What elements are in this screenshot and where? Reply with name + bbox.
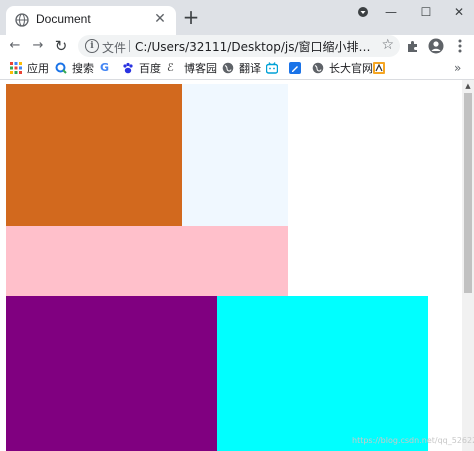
url-text[interactable]: C:/Users/32111/Desktop/js/窗口缩小排版混乱的问题.ht…: [135, 38, 373, 55]
bookmark-cnblogs[interactable]: ℰ 博客园: [167, 60, 217, 76]
omnibox-divider: [129, 40, 130, 52]
globe-icon: [312, 62, 324, 74]
globe-icon: [222, 62, 234, 74]
tab-title: Document: [36, 12, 91, 26]
title-bar: Document ✕ + — ☐ ✕: [0, 0, 474, 35]
globe-icon: [15, 13, 29, 27]
bookmark-label: 应用: [27, 62, 49, 75]
browser-toolbar: ← → ↻ i 文件 C:/Users/32111/Desktop/js/窗口缩…: [0, 35, 474, 57]
scroll-up-arrow-icon[interactable]: ▲: [462, 80, 474, 92]
aliceblue-box: [182, 84, 288, 226]
bookmark-baidu[interactable]: 百度: [122, 60, 161, 76]
bookmark-label: 搜索: [72, 62, 94, 75]
bookmark-label: 翻译: [239, 62, 261, 75]
profile-avatar-icon[interactable]: [427, 37, 445, 55]
back-button[interactable]: ←: [6, 37, 24, 55]
bookmark-apps[interactable]: 应用: [10, 60, 49, 76]
google-g-icon: G: [100, 61, 110, 74]
bookmark-star-icon[interactable]: ☆: [381, 37, 394, 53]
bookmark-orange[interactable]: [373, 60, 390, 76]
profile-menu-icon[interactable]: [348, 0, 378, 24]
bookmark-bilibili[interactable]: [266, 60, 283, 76]
watermark-text: https://blog.csdn.net/qq_5262217: [352, 436, 474, 445]
page-viewport: [0, 80, 474, 451]
vertical-scrollbar[interactable]: ▲: [462, 80, 474, 451]
bookmark-label: 长大官网: [329, 62, 373, 75]
minimize-button[interactable]: —: [376, 0, 406, 24]
search-q-icon: [55, 62, 67, 74]
orange-ticket-icon: [373, 62, 385, 74]
bilibili-icon: [266, 62, 278, 74]
tab-close-icon[interactable]: ✕: [151, 10, 169, 28]
baidu-paw-icon: [123, 62, 133, 74]
bookmark-blue[interactable]: [289, 60, 306, 76]
file-scheme-label: 文件: [102, 41, 127, 55]
info-icon[interactable]: i: [85, 39, 99, 53]
maximize-button[interactable]: ☐: [411, 0, 441, 24]
cnblogs-icon: ℰ: [167, 61, 174, 74]
tab-document[interactable]: Document ✕: [6, 6, 176, 35]
extensions-puzzle-icon[interactable]: [404, 37, 422, 55]
close-window-button[interactable]: ✕: [444, 0, 474, 24]
bookmark-search[interactable]: 搜索: [55, 60, 94, 76]
reload-button[interactable]: ↻: [52, 37, 70, 55]
purple-box: [6, 296, 217, 451]
new-tab-button[interactable]: +: [181, 7, 201, 28]
chocolate-box: [6, 84, 182, 226]
address-bar[interactable]: i 文件 C:/Users/32111/Desktop/js/窗口缩小排版混乱的…: [78, 35, 400, 57]
apps-grid-icon: [10, 62, 22, 74]
bookmark-blue-icon: [289, 62, 301, 74]
bookmark-label: 百度: [139, 62, 161, 75]
pink-box: [6, 226, 288, 296]
bookmark-changda[interactable]: 长大官网: [312, 60, 373, 76]
cyan-box: [217, 296, 428, 451]
bookmarks-overflow-button[interactable]: »: [454, 60, 461, 76]
bookmark-google[interactable]: G: [100, 60, 117, 76]
bookmark-label: 博客园: [184, 62, 217, 75]
bookmark-translate[interactable]: 翻译: [222, 60, 261, 76]
forward-button[interactable]: →: [29, 37, 47, 55]
bookmarks-bar: 应用 搜索 G 百度 ℰ 博客园 翻译 长大官网 »: [0, 57, 474, 80]
scroll-thumb[interactable]: [464, 93, 472, 293]
chrome-menu-icon[interactable]: [451, 37, 469, 55]
